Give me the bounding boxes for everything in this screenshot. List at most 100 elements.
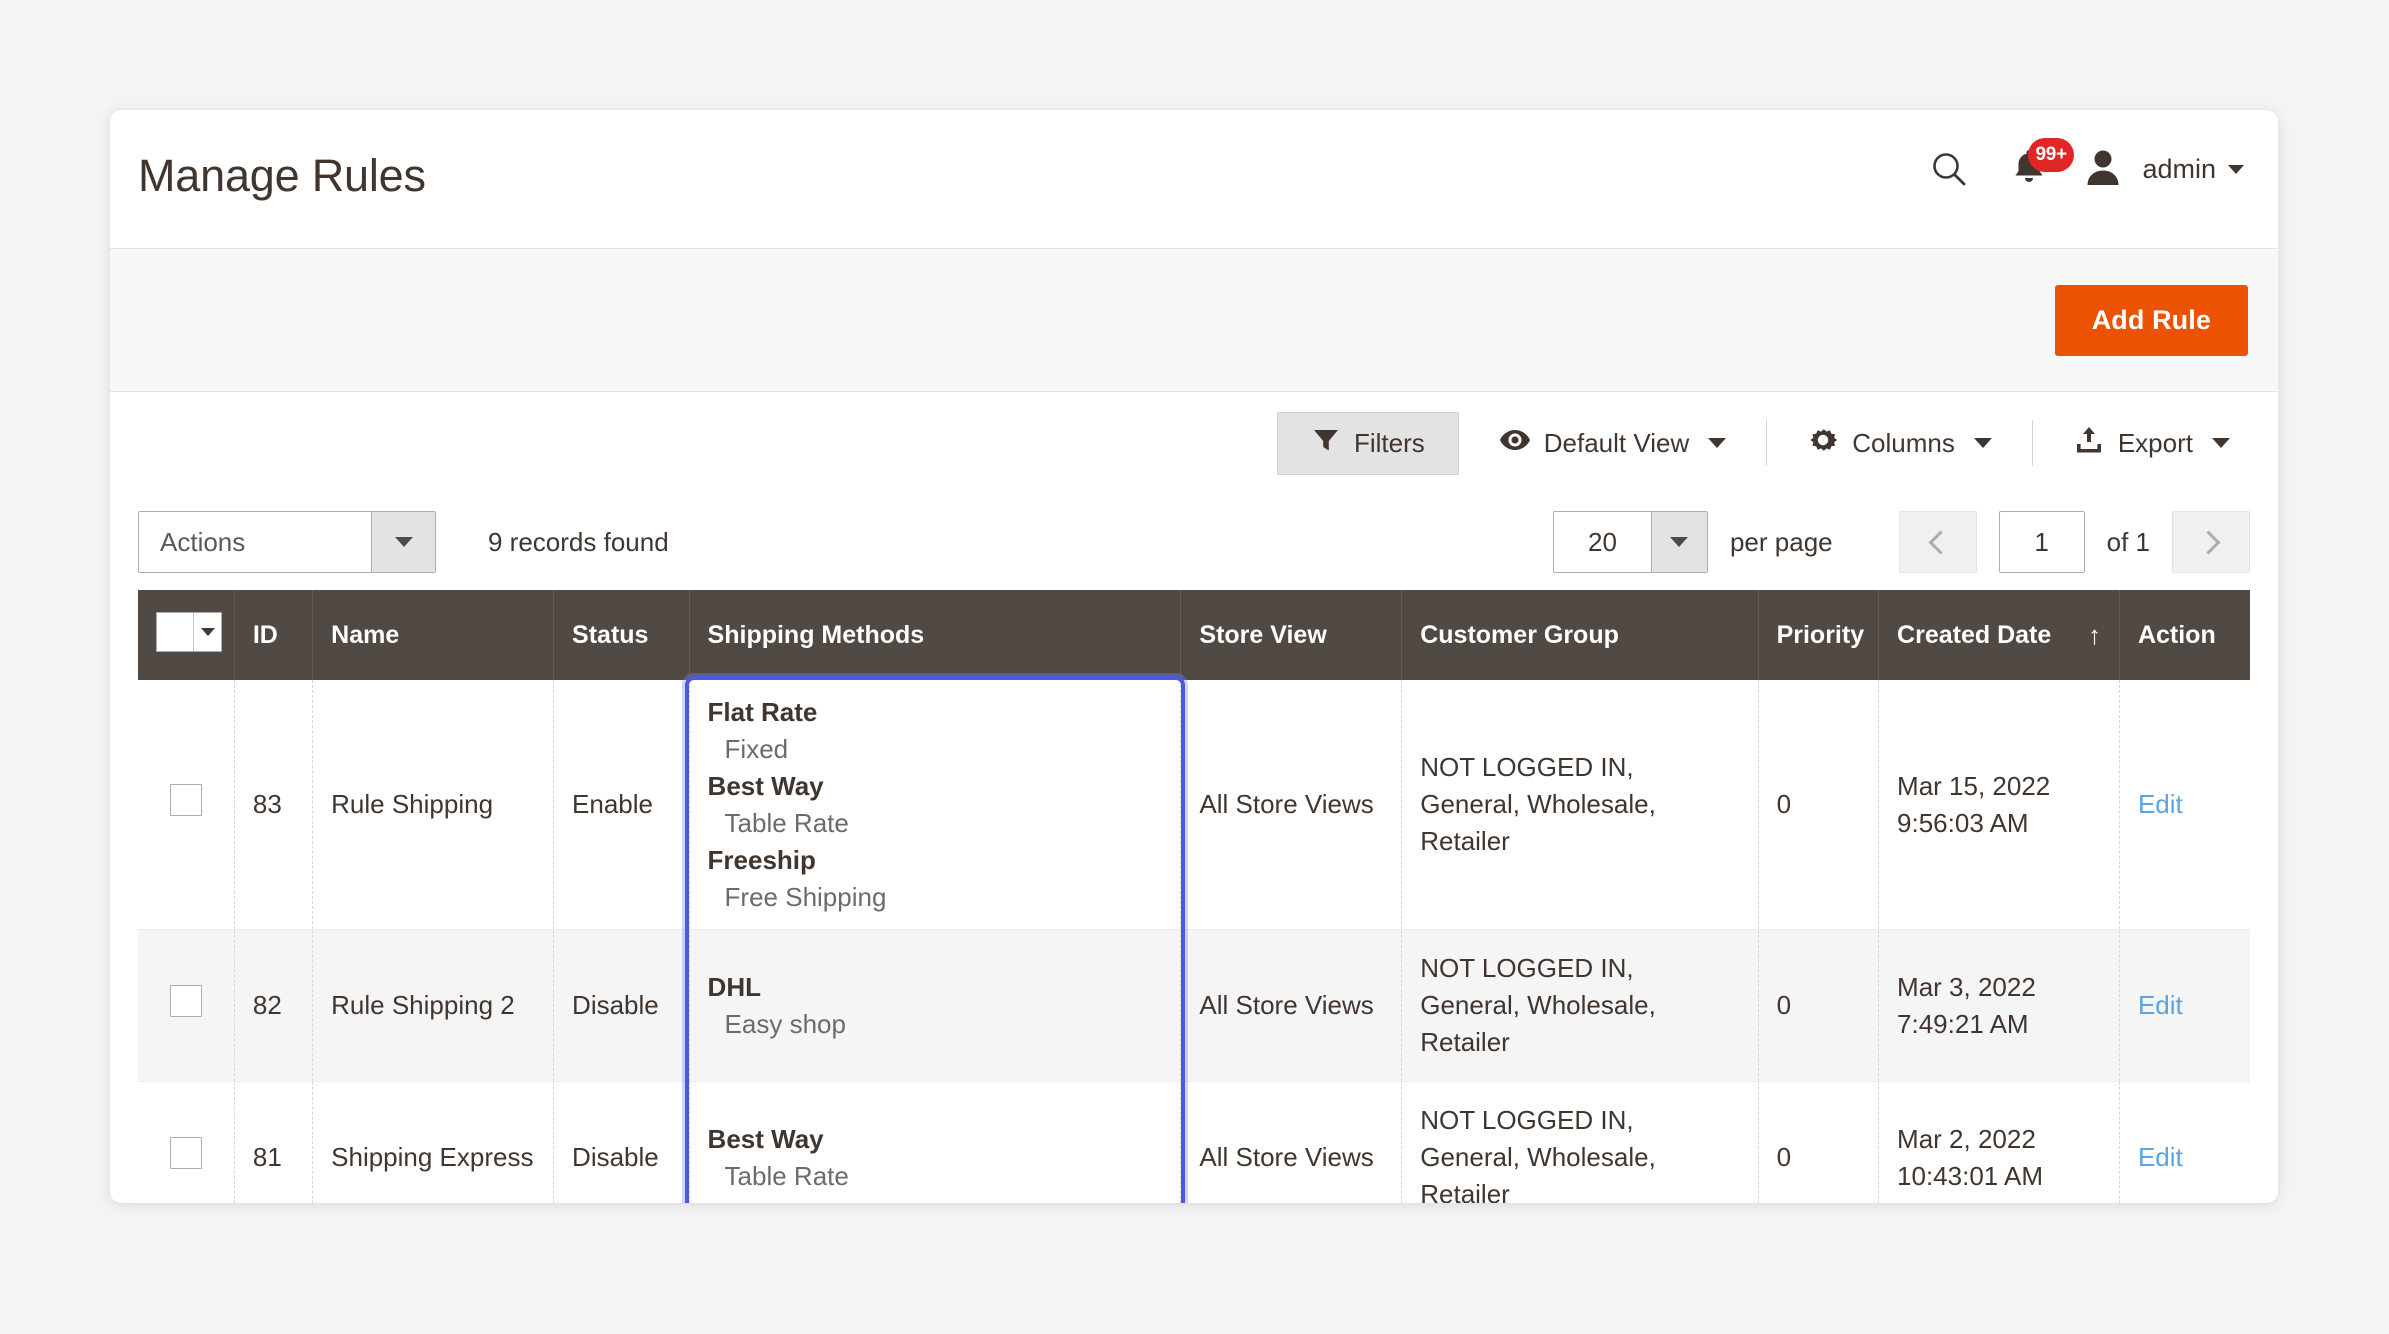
chevron-down-icon bbox=[2212, 438, 2230, 448]
page-actions-bar: Add Rule bbox=[110, 248, 2278, 392]
header-row: ID Name Status Shipping Methods Store Vi… bbox=[138, 590, 2250, 680]
default-view-label: Default View bbox=[1543, 427, 1690, 458]
cell-priority: 0 bbox=[1758, 680, 1880, 931]
row-checkbox-cell[interactable] bbox=[138, 680, 235, 931]
cell-priority: 0 bbox=[1758, 1081, 1880, 1203]
table-body: 83 Rule Shipping Enable Flat Rate Fixed Best … bbox=[138, 680, 2250, 1203]
column-header-customer-group[interactable]: Customer Group bbox=[1401, 590, 1759, 680]
toolbar-divider bbox=[2031, 420, 2033, 466]
shipping-method: Fixed bbox=[724, 733, 789, 764]
filters-button[interactable]: Filters bbox=[1276, 411, 1459, 475]
page-number-input[interactable]: 1 bbox=[1998, 511, 2085, 573]
cell-store-view: All Store Views bbox=[1180, 1081, 1403, 1203]
edit-link[interactable]: Edit bbox=[2138, 789, 2183, 819]
cell-shipping-methods: Best Way Table Rate bbox=[689, 1081, 1182, 1203]
rules-table: ID Name Status Shipping Methods Store Vi… bbox=[138, 590, 2250, 1203]
chevron-down-icon bbox=[2228, 164, 2244, 174]
cell-action: Edit bbox=[2119, 680, 2250, 931]
per-page-select[interactable]: 20 bbox=[1552, 511, 1708, 573]
shipping-carrier: Best Way bbox=[707, 1123, 824, 1154]
table-row[interactable]: 82 Rule Shipping 2 Disable DHL Easy shop All … bbox=[138, 929, 2250, 1083]
cell-priority: 0 bbox=[1758, 929, 1880, 1083]
export-button[interactable]: Export bbox=[2053, 412, 2250, 475]
select-all-checkbox[interactable] bbox=[157, 613, 193, 651]
search-icon bbox=[1929, 149, 1969, 189]
column-header-created-date[interactable]: Created Date ↑ bbox=[1878, 590, 2120, 680]
add-rule-button[interactable]: Add Rule bbox=[2054, 284, 2248, 356]
cell-store-view: All Store Views bbox=[1180, 680, 1403, 931]
column-header-priority[interactable]: Priority bbox=[1758, 590, 1880, 680]
column-header-shipping-methods[interactable]: Shipping Methods bbox=[689, 590, 1182, 680]
per-page-toggle[interactable] bbox=[1650, 512, 1707, 572]
cell-name: Rule Shipping bbox=[312, 680, 555, 931]
column-header-action: Action bbox=[2119, 590, 2250, 680]
admin-menu-button[interactable]: admin bbox=[2142, 154, 2250, 185]
row-checkbox-cell[interactable] bbox=[138, 1081, 235, 1203]
user-avatar-button[interactable] bbox=[2068, 136, 2138, 202]
chevron-right-icon bbox=[2196, 529, 2221, 555]
toolbar-divider bbox=[1766, 420, 1768, 466]
column-header-store-view[interactable]: Store View bbox=[1180, 590, 1403, 680]
select-all-header bbox=[138, 590, 235, 680]
chevron-down-icon bbox=[1670, 537, 1689, 547]
column-header-status[interactable]: Status bbox=[553, 590, 690, 680]
column-header-name[interactable]: Name bbox=[312, 590, 555, 680]
per-page-label: per page bbox=[1729, 526, 1833, 557]
funnel-icon bbox=[1311, 425, 1341, 462]
upload-icon bbox=[2073, 425, 2105, 462]
records-found-label: 9 records found bbox=[488, 526, 669, 557]
edit-link[interactable]: Edit bbox=[2138, 990, 2183, 1020]
select-all-toggle[interactable] bbox=[193, 613, 221, 651]
grid-controls: Actions 9 records found 20 per page 1 of… bbox=[110, 494, 2278, 590]
page-title: Manage Rules bbox=[138, 150, 426, 201]
sort-ascending-icon: ↑ bbox=[2087, 619, 2101, 650]
cell-shipping-methods: DHL Easy shop bbox=[689, 929, 1182, 1083]
page-total-label: of 1 bbox=[2106, 526, 2150, 557]
shipping-carrier: Freeship bbox=[707, 844, 816, 875]
table-header: ID Name Status Shipping Methods Store Vi… bbox=[138, 590, 2250, 680]
gear-icon bbox=[1807, 424, 1839, 463]
shipping-carrier: DHL bbox=[707, 971, 761, 1002]
row-checkbox[interactable] bbox=[169, 783, 202, 816]
row-checkbox[interactable] bbox=[169, 984, 202, 1017]
chevron-left-icon bbox=[1928, 529, 1953, 555]
grid-toolbar: Filters Default View Columns Export bbox=[110, 392, 2278, 494]
shipping-carrier: Flat Rate bbox=[707, 697, 818, 727]
cell-id: 82 bbox=[234, 929, 314, 1083]
export-label: Export bbox=[2117, 427, 2193, 458]
cell-status: Enable bbox=[553, 680, 690, 931]
notifications-button[interactable]: 99+ bbox=[1990, 136, 2074, 202]
filters-label: Filters bbox=[1353, 427, 1425, 458]
column-header-id[interactable]: ID bbox=[234, 590, 314, 680]
shipping-method: Table Rate bbox=[724, 1160, 849, 1191]
table-row[interactable]: 81 Shipping Express Disable Best Way Table R… bbox=[138, 1081, 2250, 1203]
row-checkbox[interactable] bbox=[169, 1136, 202, 1169]
cell-name: Shipping Express bbox=[312, 1081, 555, 1203]
next-page-button[interactable] bbox=[2172, 511, 2250, 573]
admin-panel: Manage Rules 99+ admin Add Rule Filters … bbox=[110, 110, 2278, 1203]
previous-page-button[interactable] bbox=[1898, 511, 1977, 573]
cell-customer-group: NOT LOGGED IN, General, Wholesale, Retai… bbox=[1401, 680, 1759, 931]
cell-store-view: All Store Views bbox=[1180, 929, 1403, 1083]
default-view-button[interactable]: Default View bbox=[1479, 412, 1747, 475]
chevron-down-icon bbox=[394, 537, 413, 547]
edit-link[interactable]: Edit bbox=[2138, 1142, 2183, 1172]
select-all-dropdown[interactable] bbox=[156, 612, 222, 652]
shipping-method: Free Shipping bbox=[724, 881, 887, 912]
search-button[interactable] bbox=[1908, 136, 1990, 202]
cell-created-date: Mar 3, 2022 7:49:21 AM bbox=[1878, 929, 2120, 1083]
actions-toggle[interactable] bbox=[371, 512, 435, 572]
shipping-method: Table Rate bbox=[724, 807, 849, 838]
shipping-carrier: Best Way bbox=[707, 770, 824, 801]
actions-select[interactable]: Actions bbox=[138, 511, 436, 573]
header-actions: 99+ admin bbox=[1908, 136, 2250, 202]
admin-label: admin bbox=[2142, 153, 2216, 184]
notification-badge: 99+ bbox=[2028, 138, 2074, 172]
eye-icon bbox=[1499, 425, 1531, 462]
actions-label: Actions bbox=[160, 526, 246, 557]
columns-button[interactable]: Columns bbox=[1787, 411, 2012, 476]
pager: 20 per page 1 of 1 bbox=[1552, 494, 2250, 590]
cell-action: Edit bbox=[2119, 929, 2250, 1083]
table-row[interactable]: 83 Rule Shipping Enable Flat Rate Fixed Best … bbox=[138, 680, 2250, 931]
row-checkbox-cell[interactable] bbox=[138, 929, 235, 1083]
